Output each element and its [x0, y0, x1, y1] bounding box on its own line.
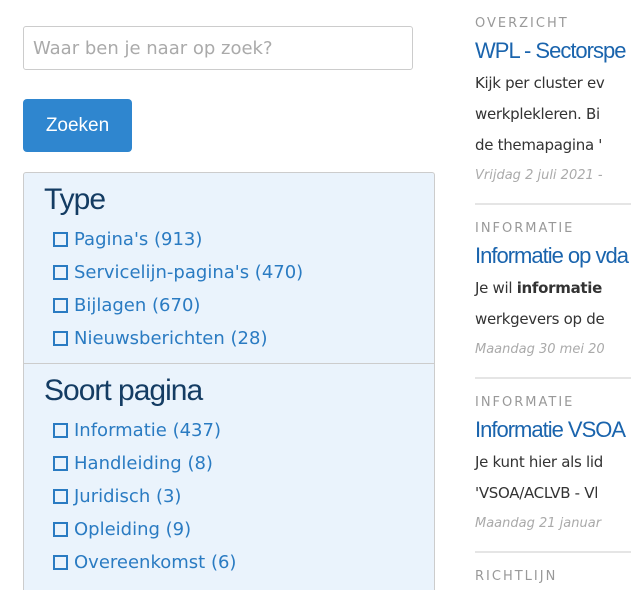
facet-option[interactable]: Bijlagen (670): [44, 289, 414, 322]
facet-option[interactable]: Nieuwsberichten (28): [44, 322, 414, 355]
facet-option[interactable]: Opleiding (9): [44, 513, 414, 546]
result-item: RICHTLIJN: [475, 553, 631, 599]
result-date: Vrijdag 2 juli 2021 -: [475, 168, 603, 183]
facet-type: Type Pagina's (913) Servicelijn-pagina's…: [24, 173, 434, 364]
checkbox-icon[interactable]: [53, 298, 68, 313]
option-label: Servicelijn-pagina's (470): [74, 262, 304, 283]
result-date: Maandag 21 januar: [475, 516, 602, 531]
option-label: Opleiding (9): [74, 519, 192, 540]
result-snippet: Je wil informatie: [475, 273, 631, 304]
result-item: OVERZICHT WPL - Sectorspe Kijk per clust…: [475, 0, 631, 205]
result-item: INFORMATIE Informatie VSOA Je kunt hier …: [475, 379, 631, 553]
result-category: INFORMATIE: [475, 221, 575, 236]
result-title-link[interactable]: Informatie op vda: [475, 239, 631, 273]
option-label: Nieuwsberichten (28): [74, 328, 268, 349]
result-title-link[interactable]: Informatie VSOA: [475, 413, 631, 447]
checkbox-icon[interactable]: [53, 456, 68, 471]
option-label: Overeenkomst (6): [74, 552, 237, 573]
result-snippet: 'VSOA/ACLVB - Vl: [475, 484, 599, 502]
result-snippet: Kijk per cluster ev: [475, 74, 605, 92]
checkbox-icon[interactable]: [53, 522, 68, 537]
facet-option[interactable]: Informatie (437): [44, 414, 414, 447]
option-label: Juridisch (3): [74, 486, 182, 507]
checkbox-icon[interactable]: [53, 232, 68, 247]
option-label: Pagina's (913): [74, 229, 203, 250]
result-title-link[interactable]: WPL - Sectorspe: [475, 34, 631, 68]
checkbox-icon[interactable]: [53, 489, 68, 504]
option-label: Handleiding (8): [74, 453, 213, 474]
facet-soort-pagina: Soort pagina Informatie (437) Handleidin…: [24, 364, 434, 587]
result-snippet: Je kunt hier als lid: [475, 453, 603, 471]
facet-option[interactable]: Juridisch (3): [44, 480, 414, 513]
snippet-highlight: informatie: [516, 279, 603, 297]
option-label: Informatie (437): [74, 420, 221, 441]
checkbox-icon[interactable]: [53, 265, 68, 280]
result-date: Maandag 30 mei 20: [475, 342, 605, 357]
facet-option[interactable]: Handleiding (8): [44, 447, 414, 480]
result-category: OVERZICHT: [475, 16, 569, 31]
snippet-text: Je wil: [475, 279, 517, 297]
facet-title: Soort pagina: [44, 374, 203, 407]
facet-option[interactable]: Servicelijn-pagina's (470): [44, 256, 414, 289]
result-category: RICHTLIJN: [475, 569, 558, 584]
result-item: INFORMATIE Informatie op vda Je wil info…: [475, 205, 631, 379]
result-category: INFORMATIE: [475, 395, 575, 410]
facet-option[interactable]: Pagina's (913): [44, 223, 414, 256]
facet-option[interactable]: Overeenkomst (6): [44, 546, 414, 579]
facet-title: Type: [44, 183, 106, 216]
results-list: OVERZICHT WPL - Sectorspe Kijk per clust…: [475, 0, 631, 599]
result-snippet: werkgevers op de: [475, 310, 605, 328]
checkbox-icon[interactable]: [53, 555, 68, 570]
checkbox-icon[interactable]: [53, 423, 68, 438]
search-input[interactable]: [23, 26, 413, 70]
result-snippet: de themapagina ': [475, 136, 603, 154]
checkbox-icon[interactable]: [53, 331, 68, 346]
result-snippet: werkplekleren. Bi: [475, 105, 600, 123]
search-button[interactable]: Zoeken: [23, 99, 132, 152]
facet-panel: Type Pagina's (913) Servicelijn-pagina's…: [23, 172, 435, 590]
option-label: Bijlagen (670): [74, 295, 201, 316]
